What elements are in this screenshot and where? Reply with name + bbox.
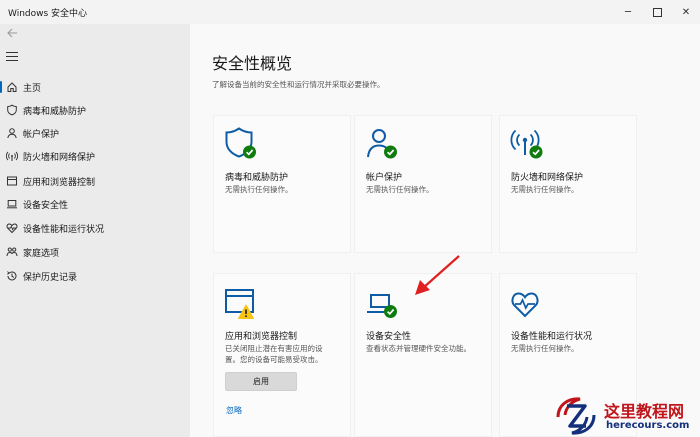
heart-check-icon — [511, 292, 539, 318]
wifi-icon — [6, 150, 18, 162]
card-title: 设备安全性 — [366, 332, 412, 342]
sidebar-item-label: 设备安全性 — [23, 200, 69, 211]
card-status-line2: 置。您的设备可能易受攻击。 — [225, 355, 323, 364]
sidebar-item-account[interactable]: 帐户保护 — [0, 122, 190, 144]
person-check-icon — [367, 129, 397, 159]
laptop-check-icon — [367, 294, 397, 318]
annotation-arrow — [415, 255, 460, 295]
window-title: Windows 安全中心 — [8, 8, 88, 19]
sidebar-item-history[interactable]: 保护历史记录 — [0, 265, 190, 287]
card-status: 无需执行任何操作。 — [366, 185, 434, 194]
card-title: 病毒和威胁防护 — [225, 173, 289, 183]
watermark: 这里教程网 herecours.com — [552, 395, 700, 437]
heart-icon — [6, 222, 18, 234]
shield-icon — [6, 104, 18, 116]
sidebar-item-label: 帐户保护 — [23, 129, 60, 140]
sidebar-item-device-security[interactable]: 设备安全性 — [0, 193, 190, 215]
sidebar-item-label: 主页 — [23, 83, 42, 94]
sidebar-item-virus[interactable]: 病毒和威胁防护 — [0, 99, 190, 121]
home-icon — [6, 81, 18, 93]
card-app-browser-control[interactable]: 应用和浏览器控制 已关闭阻止潜在有害应用的设 置。您的设备可能易受攻击。 启用 … — [213, 273, 351, 437]
laptop-icon — [6, 198, 18, 210]
sidebar-item-label: 设备性能和运行状况 — [23, 224, 105, 235]
card-status: 无需执行任何操作。 — [511, 185, 579, 194]
watermark-url: herecours.com — [606, 420, 690, 431]
wifi-check-icon — [510, 129, 543, 159]
app-window-icon — [6, 175, 18, 187]
card-title: 防火墙和网络保护 — [511, 173, 584, 183]
history-icon — [6, 270, 18, 282]
sidebar-item-label: 保护历史记录 — [23, 272, 78, 283]
sidebar-item-label: 防火墙和网络保护 — [23, 152, 96, 163]
card-title: 设备性能和运行状况 — [511, 332, 593, 342]
sidebar-item-app-browser[interactable]: 应用和浏览器控制 — [0, 170, 190, 192]
family-icon — [6, 246, 18, 258]
sidebar: 主页 病毒和威胁防护 帐户保护 防火墙和网络保护 应用和浏览器控制 设备安全性 … — [0, 24, 190, 437]
sidebar-item-label: 病毒和威胁防护 — [23, 106, 87, 117]
enable-button[interactable]: 启用 — [225, 372, 297, 391]
sidebar-item-home[interactable]: 主页 — [0, 76, 190, 98]
dismiss-link[interactable]: 忽略 — [226, 405, 242, 416]
menu-icon[interactable] — [6, 52, 18, 61]
card-firewall-protection[interactable]: 防火墙和网络保护 无需执行任何操作。 — [499, 115, 637, 253]
person-icon — [6, 127, 18, 139]
minimize-icon[interactable]: ─ — [614, 0, 642, 24]
card-account-protection[interactable]: 帐户保护 无需执行任何操作。 — [354, 115, 492, 253]
page-title: 安全性概览 — [212, 54, 293, 73]
sidebar-item-device-health[interactable]: 设备性能和运行状况 — [0, 217, 190, 239]
title-bar: Windows 安全中心 ─ ✕ — [0, 0, 700, 24]
app-warning-icon — [225, 289, 254, 319]
card-status-line1: 已关闭阻止潜在有害应用的设 — [225, 344, 323, 353]
close-icon[interactable]: ✕ — [672, 0, 700, 24]
back-arrow-icon[interactable] — [6, 27, 20, 39]
main-content: 安全性概览 了解设备当前的安全性和运行情况并采取必要操作。 病毒和威胁防护 无需… — [190, 24, 700, 437]
sidebar-item-firewall[interactable]: 防火墙和网络保护 — [0, 145, 190, 167]
card-virus-protection[interactable]: 病毒和威胁防护 无需执行任何操作。 — [213, 115, 351, 253]
sidebar-item-label: 家庭选项 — [23, 248, 60, 259]
page-subtitle: 了解设备当前的安全性和运行情况并采取必要操作。 — [212, 80, 385, 89]
card-title: 应用和浏览器控制 — [225, 332, 298, 342]
watermark-name: 这里教程网 — [604, 402, 685, 421]
card-title: 帐户保护 — [366, 173, 403, 183]
shield-check-icon — [225, 127, 256, 159]
maximize-icon[interactable] — [643, 0, 671, 24]
site-logo — [556, 397, 596, 435]
card-status: 查看状态并管理硬件安全功能。 — [366, 344, 471, 353]
card-status: 无需执行任何操作。 — [225, 185, 293, 194]
sidebar-item-label: 应用和浏览器控制 — [23, 177, 96, 188]
sidebar-item-family[interactable]: 家庭选项 — [0, 241, 190, 263]
card-status: 无需执行任何操作。 — [511, 344, 579, 353]
